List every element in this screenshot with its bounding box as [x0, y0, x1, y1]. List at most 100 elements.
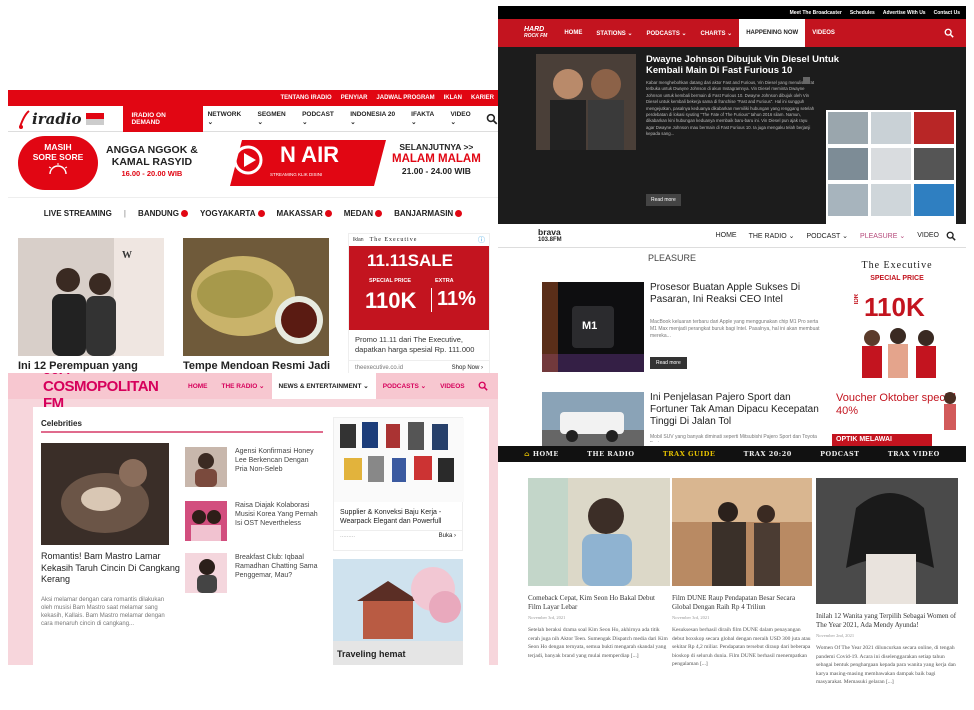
trax-article-1-image[interactable] [528, 478, 670, 586]
m1-image[interactable]: M1 [542, 282, 644, 372]
search-icon[interactable] [478, 381, 488, 391]
iradio-article-1-title[interactable]: Ini 12 Perempuan yang [18, 360, 168, 372]
main-article-image[interactable] [41, 443, 169, 545]
buka-button[interactable]: Buka › [439, 533, 456, 539]
brava-read-more[interactable]: Read more [650, 357, 687, 369]
iradio-logo[interactable]: iradio [8, 106, 123, 132]
nav-charts[interactable]: CHARTS ⌄ [694, 19, 740, 47]
top-link-iklan[interactable]: IKLAN [444, 95, 462, 101]
iradio-article-2-image[interactable] [183, 238, 329, 356]
hardrock-panel: Meet The Broadcaster Schedules Advertise… [498, 6, 966, 224]
next-show-name: MALAM MALAM [392, 153, 481, 165]
brava-logo[interactable]: brava 103.8FM [538, 228, 562, 244]
adchoices-icon[interactable]: ⓘ [478, 235, 485, 245]
nav-trax-guide[interactable]: TRAX GUIDE [663, 450, 715, 458]
scroll-indicator[interactable] [803, 77, 810, 84]
side-article-2-title[interactable]: Raisa Diajak Kolaborasi Musisi Korea Yan… [235, 501, 319, 528]
trax-article-3-title[interactable]: Inilah 12 Wanita yang Terpilih Sebagai W… [816, 612, 961, 630]
nav-video[interactable]: VIDEO [912, 232, 944, 239]
car-ad[interactable] [826, 110, 956, 224]
hardrock-article-title[interactable]: Dwayne Johnson Dibujuk Vin Diesel Untuk … [646, 54, 856, 76]
nav-indonesia20[interactable]: INDONESIA 20 ⌄ [345, 106, 406, 132]
nav-trax-2020[interactable]: TRAX 20:20 [744, 450, 792, 458]
models-photo [862, 328, 936, 378]
city-banjarmasin[interactable]: BANJARMASIN [394, 209, 463, 218]
main-article-title[interactable]: Romantis! Bam Mastro Lamar Kekasih Taruh… [41, 551, 181, 586]
nav-network[interactable]: NETWORK ⌄ [203, 106, 253, 132]
nav-trax-video[interactable]: TRAX VIDEO [888, 450, 940, 458]
nav-home[interactable]: ⌂ HOME [524, 450, 559, 458]
top-link-tentang[interactable]: TENTANG IRADIO [281, 95, 332, 101]
travel-promo[interactable]: Traveling hemat [333, 559, 463, 665]
hardrock-logo[interactable]: HARD ROCK FM [524, 26, 547, 40]
top-link-jadwal[interactable]: JADWAL PROGRAM [376, 95, 434, 101]
side-article-1-image[interactable] [185, 447, 227, 487]
nav-home[interactable]: HOME [711, 232, 742, 239]
hardrock-article-image[interactable] [536, 54, 636, 150]
city-yogyakarta[interactable]: YOGYAKARTA [200, 209, 265, 218]
city-medan[interactable]: MEDAN [344, 209, 383, 218]
host-info: ANGGA NGGOK & KAMAL RASYID 16.00 - 20.00… [106, 144, 198, 180]
nav-home[interactable]: HOME [181, 373, 215, 399]
ad-brand: The Executive [861, 260, 933, 271]
on-air-banner[interactable]: MASIH SORE SORE ANGGA NGGOK & KAMAL RASY… [8, 132, 498, 198]
nav-videos[interactable]: VIDEOS [433, 373, 472, 399]
brava-article-2-title[interactable]: Ini Penjelasan Pajero Sport dan Fortuner… [650, 392, 826, 428]
search-icon[interactable] [946, 231, 956, 241]
women-photo: W [18, 238, 164, 356]
city-bandung[interactable]: BANDUNG [138, 209, 188, 218]
util-meet[interactable]: Meet The Broadcaster [790, 10, 842, 16]
trax-article-2-image[interactable] [672, 478, 812, 586]
iradio-article-1-image[interactable]: W [18, 238, 164, 356]
nav-video[interactable]: VIDEO ⌄ [445, 106, 482, 132]
trax-article-2-title[interactable]: Film DUNE Raup Pendapatan Besar Secara G… [672, 594, 812, 612]
read-more-button[interactable]: Read more [646, 194, 681, 206]
city-live-streaming[interactable]: LIVE STREAMING [44, 209, 112, 218]
nav-pleasure[interactable]: PLEASURE ⌄ [855, 232, 910, 240]
search-icon[interactable] [486, 113, 498, 125]
brava-navbar: brava 103.8FM HOME THE RADIO ⌄ PODCAST ⌄ … [498, 224, 966, 248]
nav-ifakta[interactable]: IFAKTA ⌄ [406, 106, 445, 132]
shop-now-button[interactable]: Shop Now › [452, 365, 483, 371]
next-label: SELANJUTNYA >> [399, 142, 474, 152]
util-contact[interactable]: Contact Us [934, 10, 960, 16]
trax-article-1-title[interactable]: Comeback Cepat, Kim Seon Ho Bakal Debut … [528, 594, 668, 612]
voucher-ad[interactable]: Voucher Oktober special 40% OPTIK MELAWA… [832, 388, 962, 448]
nav-the-radio[interactable]: THE RADIO ⌄ [215, 373, 272, 399]
nav-stations[interactable]: STATIONS ⌄ [589, 19, 639, 47]
nav-podcasts[interactable]: PODCASTS ⌄ [376, 373, 433, 399]
executive-ad-2[interactable]: The Executive SPECIAL PRICE IDR 110K [832, 254, 962, 380]
side-article-3-image[interactable] [185, 553, 227, 593]
nav-the-radio[interactable]: THE RADIO ⌄ [744, 232, 800, 240]
nav-podcasts[interactable]: PODCASTS ⌄ [639, 19, 693, 47]
nav-happening-now[interactable]: HAPPENING NOW [739, 19, 806, 47]
city-divider: | [123, 208, 127, 218]
iradio-article-2-title[interactable]: Tempe Mendoan Resmi Jadi [183, 360, 338, 372]
on-demand-button[interactable]: IRADIO ON DEMAND [123, 105, 203, 132]
nav-home[interactable]: HOME [557, 19, 589, 47]
side-article-1-title[interactable]: Agensi Konfirmasi Honey Lee Berkencan De… [235, 447, 319, 474]
nav-news-entertainment[interactable]: NEWS & ENTERTAINMENT ⌄ [271, 373, 376, 399]
nav-segmen[interactable]: SEGMEN ⌄ [252, 106, 297, 132]
brava-article-1-title[interactable]: Prosesor Buatan Apple Sukses Di Pasaran,… [650, 282, 826, 306]
top-link-karier[interactable]: KARIER [471, 95, 494, 101]
executive-ad[interactable]: Iklan The Executive ⓘ 11.11SALE SPECIAL … [348, 233, 490, 383]
trax-article-3-image[interactable] [816, 478, 958, 604]
nav-podcast[interactable]: PODCAST ⌄ [297, 106, 345, 132]
next-time: 21.00 - 24.00 WIB [401, 166, 471, 176]
wearpack-ad[interactable]: Supplier & Konveksi Baju Kerja - Wearpac… [333, 417, 464, 551]
side-article-3-title[interactable]: Breakfast Club: Iqbaal Ramadhan Chatting… [235, 553, 319, 580]
util-schedules[interactable]: Schedules [850, 10, 875, 16]
util-advertise[interactable]: Advertise With Us [883, 10, 926, 16]
cosmo-logo[interactable]: 90.4 COSMOPOLITAN FM [43, 373, 181, 412]
city-makassar[interactable]: MAKASSAR [277, 209, 332, 218]
nav-the-radio[interactable]: THE RADIO [587, 450, 634, 458]
play-icon [180, 209, 188, 217]
nav-podcast[interactable]: PODCAST [820, 450, 859, 458]
side-article-2-image[interactable] [185, 501, 227, 541]
nav-videos[interactable]: VIDEOS [805, 19, 842, 47]
search-icon[interactable] [944, 28, 954, 38]
top-link-penyiar[interactable]: PENYIAR [341, 95, 368, 101]
pajero-image[interactable] [542, 392, 644, 448]
nav-podcast[interactable]: PODCAST ⌄ [802, 232, 854, 240]
